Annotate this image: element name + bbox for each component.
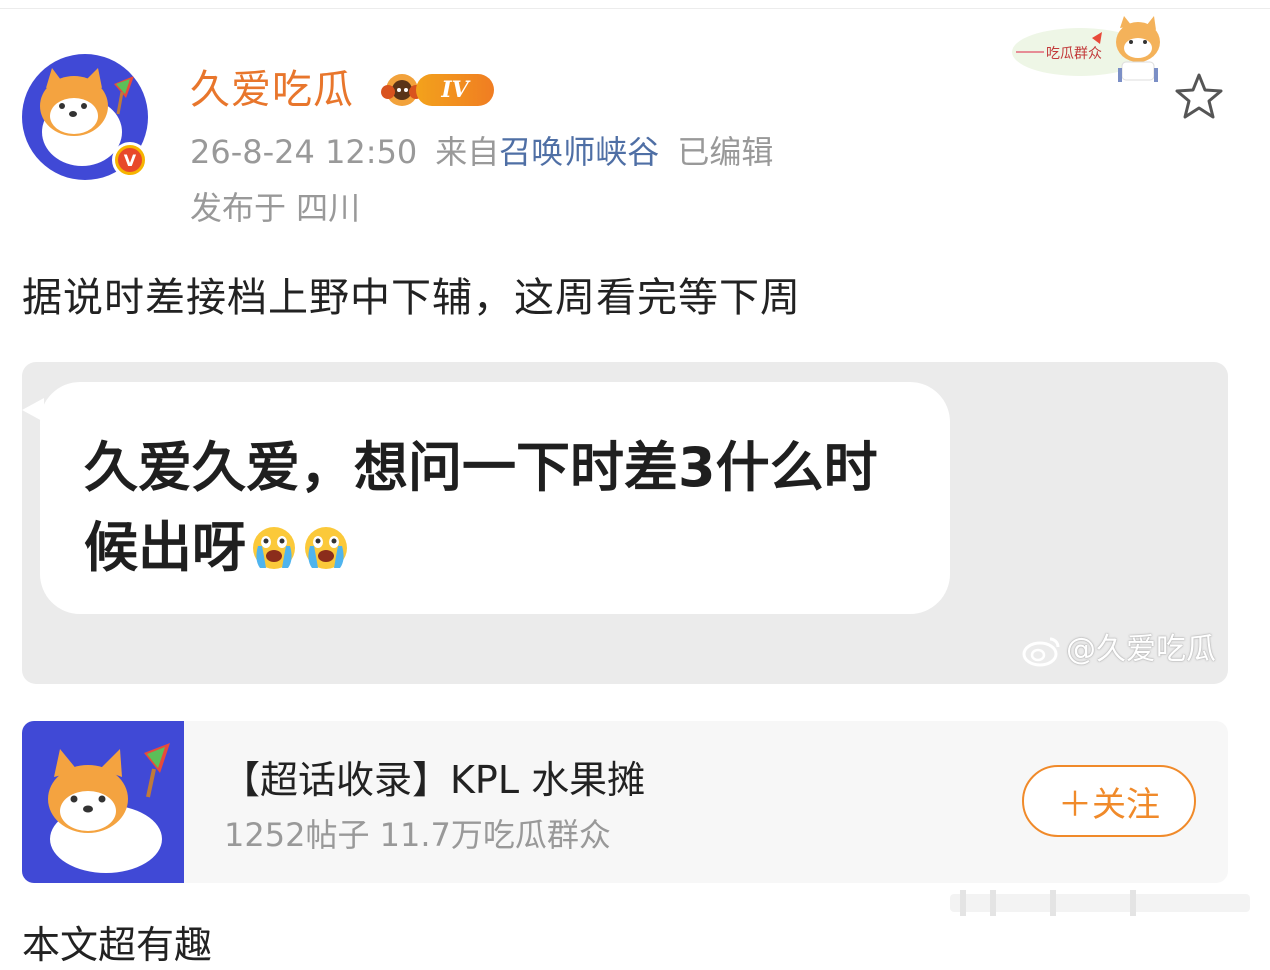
source-link[interactable]: 召唤师峡谷: [499, 133, 659, 171]
username[interactable]: 久爱吃瓜: [190, 62, 354, 118]
edited-label: 已编辑: [677, 133, 774, 171]
post-text: 据说时差接档上野中下辅，这周看完等下周: [22, 275, 801, 321]
weibo-logo-icon: [1022, 637, 1060, 667]
header-decoration: 吃瓜群众: [1010, 8, 1185, 86]
post-meta: 26-8-24 12:50 来自召唤师峡谷 已编辑: [190, 130, 773, 174]
star-icon[interactable]: [1172, 70, 1226, 122]
post-location: 发布于 四川: [190, 189, 361, 227]
bubble-message: 久爱久爱，想问一下时差3什么时候出呀: [84, 436, 878, 579]
chat-bubble-text: 久爱久爱，想问一下时差3什么时候出呀: [84, 428, 894, 588]
topic-stats: 1252帖子 11.7万吃瓜群众: [224, 816, 611, 854]
level-badge-icon: IV: [380, 66, 496, 112]
post-date: 26-8-24 12:50: [190, 133, 418, 171]
source-prefix: 来自: [435, 133, 500, 171]
verified-badge-icon: V: [112, 142, 148, 178]
next-line-text: 本文超有趣: [22, 923, 213, 967]
header-watermark-text: 吃瓜群众: [1046, 46, 1102, 62]
image-watermark: @久爱吃瓜: [1022, 630, 1216, 670]
crying-emoji-icon: [305, 527, 347, 569]
crying-emoji-icon: [253, 527, 295, 569]
topic-thumbnail: [22, 721, 184, 883]
bottom-watermark: [930, 884, 1260, 924]
post-image[interactable]: 久爱久爱，想问一下时差3什么时候出呀 @久爱吃瓜: [22, 362, 1228, 684]
topic-title[interactable]: 【超话收录】KPL 水果摊: [222, 755, 645, 805]
follow-button[interactable]: ＋关注: [1022, 765, 1196, 837]
topic-card[interactable]: 【超话收录】KPL 水果摊 1252帖子 11.7万吃瓜群众 ＋关注: [22, 721, 1228, 883]
chat-bubble: 久爱久爱，想问一下时差3什么时候出呀: [40, 382, 950, 614]
